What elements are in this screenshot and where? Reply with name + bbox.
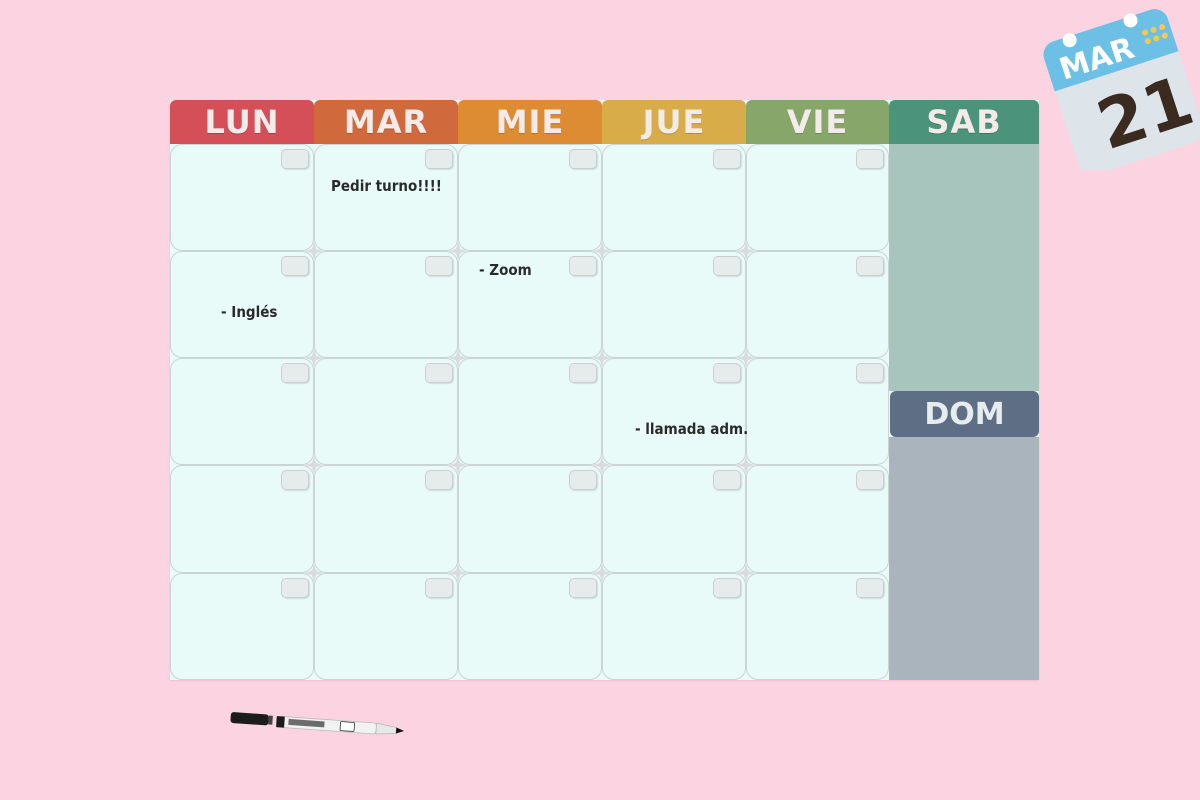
- day-cell[interactable]: [746, 465, 889, 573]
- whiteboard-calendar: LUN MAR MIE JUE VIE SAB DOM Pedir turno!…: [170, 100, 1039, 680]
- header-sab: SAB: [889, 100, 1039, 144]
- day-cell[interactable]: [602, 144, 746, 251]
- note-pedir-turno: Pedir turno!!!!: [331, 177, 442, 195]
- day-cell[interactable]: [170, 144, 314, 251]
- header-lun: LUN: [170, 100, 314, 144]
- date-tag[interactable]: [569, 149, 597, 169]
- day-cell[interactable]: [314, 358, 458, 465]
- note-zoom: - Zoom: [479, 261, 532, 279]
- header-jue: JUE: [602, 100, 746, 144]
- date-tag[interactable]: [713, 470, 741, 490]
- date-tag[interactable]: [713, 149, 741, 169]
- date-tag[interactable]: [713, 363, 741, 383]
- day-cell[interactable]: [602, 465, 746, 573]
- date-tag[interactable]: [569, 256, 597, 276]
- date-tag[interactable]: [425, 256, 453, 276]
- header-mar: MAR: [314, 100, 458, 144]
- date-tag[interactable]: [856, 578, 884, 598]
- day-cell[interactable]: [746, 573, 889, 680]
- date-tag[interactable]: [425, 363, 453, 383]
- day-cell[interactable]: [458, 358, 602, 465]
- calendar-date-icon: MAR 21: [1040, 0, 1200, 176]
- sunday-area[interactable]: [889, 437, 1039, 680]
- day-cell[interactable]: [746, 144, 889, 251]
- day-cell[interactable]: [602, 573, 746, 680]
- day-cell[interactable]: [746, 358, 889, 465]
- date-tag[interactable]: [281, 363, 309, 383]
- day-cell[interactable]: [602, 358, 746, 465]
- header-vie: VIE: [746, 100, 889, 144]
- date-tag[interactable]: [281, 149, 309, 169]
- day-cell[interactable]: [458, 573, 602, 680]
- date-tag[interactable]: [281, 578, 309, 598]
- date-tag[interactable]: [713, 256, 741, 276]
- date-tag[interactable]: [856, 470, 884, 490]
- date-tag[interactable]: [281, 470, 309, 490]
- date-tag[interactable]: [569, 578, 597, 598]
- day-cell[interactable]: [458, 465, 602, 573]
- note-ingles: - Inglés: [221, 303, 278, 321]
- day-cell[interactable]: [314, 573, 458, 680]
- date-tag[interactable]: [569, 363, 597, 383]
- date-tag[interactable]: [856, 256, 884, 276]
- day-cell[interactable]: [746, 251, 889, 358]
- saturday-area[interactable]: [889, 144, 1039, 391]
- date-tag[interactable]: [856, 149, 884, 169]
- day-cell[interactable]: [170, 573, 314, 680]
- day-cell[interactable]: [170, 465, 314, 573]
- day-cell[interactable]: [314, 251, 458, 358]
- day-cell[interactable]: [458, 144, 602, 251]
- date-tag[interactable]: [281, 256, 309, 276]
- day-grid: [170, 144, 889, 680]
- header-dom: DOM: [890, 391, 1039, 437]
- note-llamada: - llamada adm.: [635, 420, 749, 438]
- date-tag[interactable]: [856, 363, 884, 383]
- whiteboard-marker-icon[interactable]: [228, 712, 408, 752]
- day-cell[interactable]: [314, 465, 458, 573]
- day-cell[interactable]: [170, 358, 314, 465]
- date-tag[interactable]: [713, 578, 741, 598]
- day-cell[interactable]: [314, 144, 458, 251]
- header-mie: MIE: [458, 100, 602, 144]
- day-cell[interactable]: [602, 251, 746, 358]
- date-tag[interactable]: [425, 578, 453, 598]
- date-tag[interactable]: [425, 470, 453, 490]
- date-tag[interactable]: [425, 149, 453, 169]
- date-tag[interactable]: [569, 470, 597, 490]
